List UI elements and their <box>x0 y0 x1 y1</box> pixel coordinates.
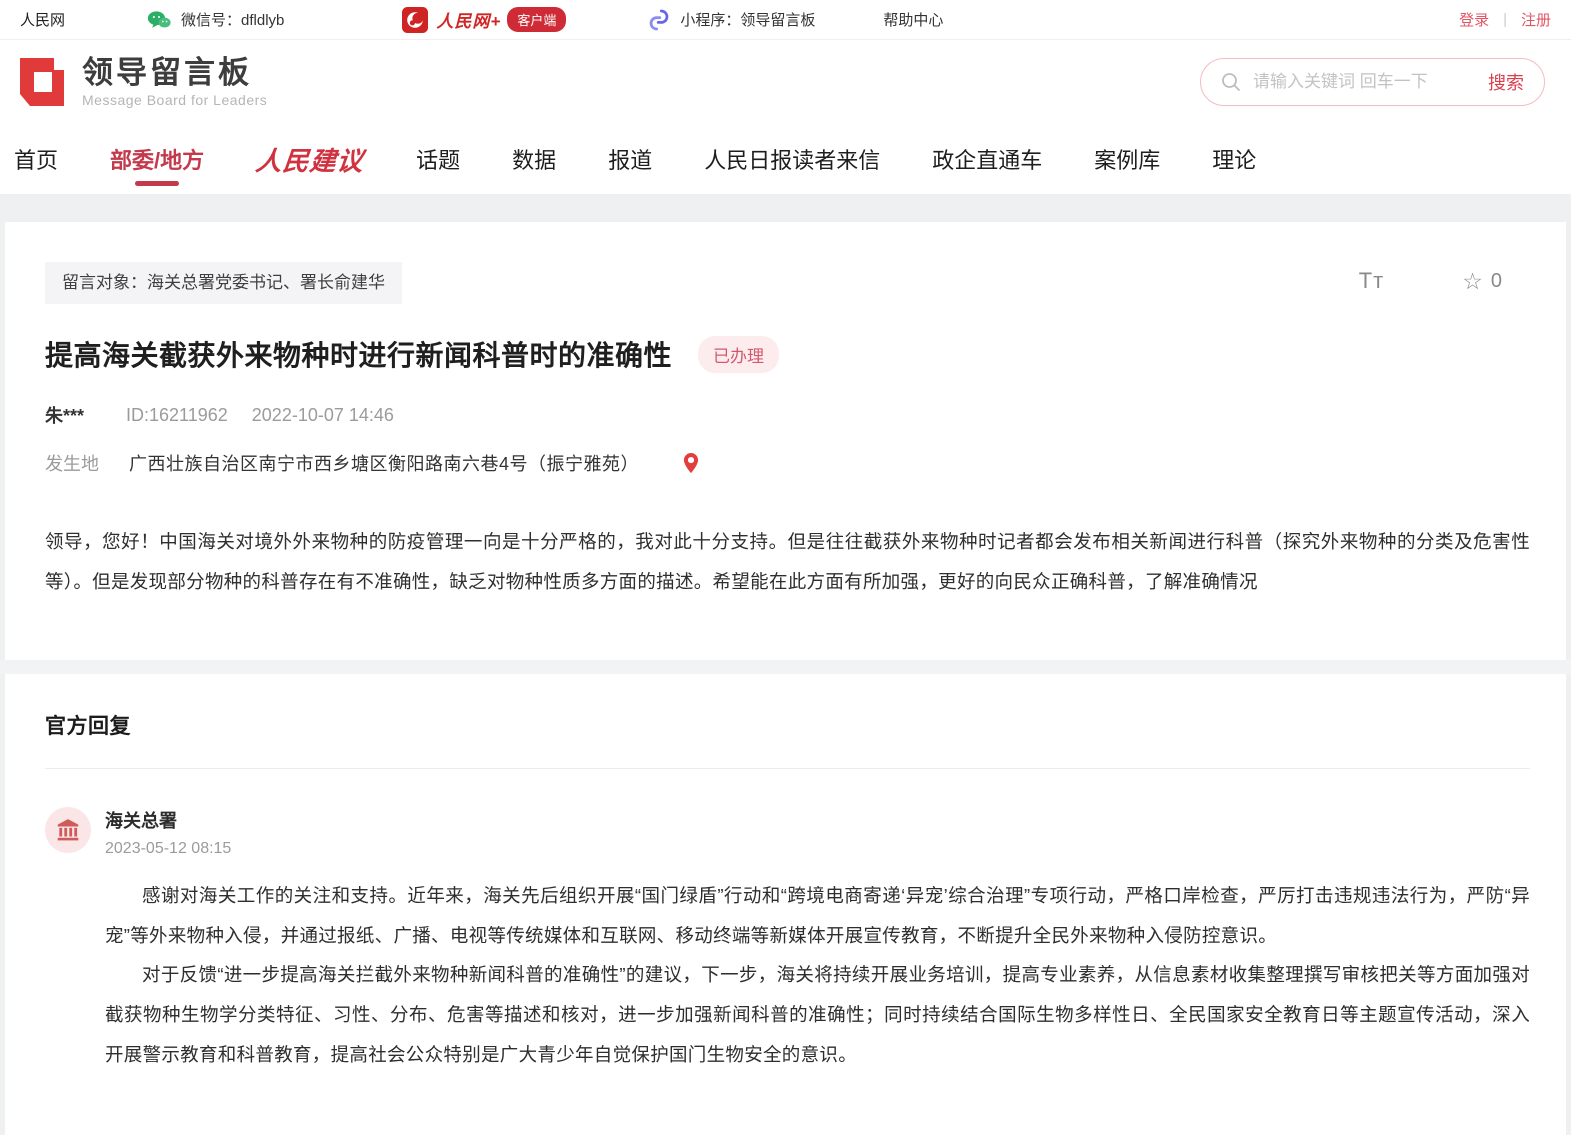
reply-body: 感谢对海关工作的关注和支持。近年来，海关先后组织开展“国门绿盾”行动和“跨境电商… <box>105 876 1530 1075</box>
message-board-logo-icon <box>14 54 70 110</box>
miniprogram-label: 小程序：领导留言板 <box>680 9 815 30</box>
register-link[interactable]: 注册 <box>1521 9 1551 30</box>
auth-links: 登录 | 注册 <box>1459 9 1551 30</box>
message-title-row: 提高海关截获外来物种时进行新闻科普时的准确性 已办理 <box>45 334 1530 374</box>
search-box: 搜索 <box>1200 58 1545 106</box>
message-body: 领导，您好！中国海关对境外外来物种的防疫管理一向是十分严格的，我对此十分支持。但… <box>45 522 1530 602</box>
logo-title: 领导留言板 <box>82 56 267 90</box>
active-tab-underline <box>135 181 179 186</box>
favorite-control[interactable]: ☆ 0 <box>1462 270 1502 293</box>
section-divider-band <box>0 194 1571 222</box>
message-tools: Tт ☆ 0 <box>1359 268 1502 294</box>
nav-reader-letters[interactable]: 人民日报读者来信 <box>704 124 880 194</box>
main-nav: 首页 部委/地方 人民建议 话题 数据 报道 人民日报读者来信 政企直通车 案例… <box>0 124 1571 194</box>
message-location-row: 发生地 广西壮族自治区南宁市西乡塘区衡阳路南六巷4号（振宁雅苑） <box>45 450 1530 476</box>
wechat-account-label: 微信号：dfldlyb <box>181 9 284 30</box>
help-center-link[interactable]: 帮助中心 <box>883 9 943 30</box>
reply-paragraph: 对于反馈“进一步提高海关拦截外来物种新闻科普的准确性”的建议，下一步，海关将持续… <box>105 955 1530 1074</box>
message-target-tag: 留言对象：海关总署党委书记、署长俞建华 <box>45 262 402 304</box>
people-daily-app[interactable]: 人民网+ 客户端 <box>402 7 566 33</box>
logo-text: 领导留言板 Message Board for Leaders <box>82 56 267 108</box>
wechat-info: 微信号：dfldlyb <box>147 9 284 30</box>
reply-paragraph: 感谢对海关工作的关注和支持。近年来，海关先后组织开展“国门绿盾”行动和“跨境电商… <box>105 876 1530 956</box>
search-input[interactable] <box>1253 72 1488 92</box>
status-badge: 已办理 <box>698 336 779 373</box>
nav-ministries-localities[interactable]: 部委/地方 <box>110 124 204 194</box>
reply-datetime: 2023-05-12 08:15 <box>105 840 231 858</box>
government-building-icon <box>55 818 81 842</box>
message-datetime: 2022-10-07 14:46 <box>252 405 394 426</box>
people-daily-plus-wordmark: 人民网+ <box>436 7 501 32</box>
location-label: 发生地 <box>45 450 99 476</box>
reply-divider <box>45 768 1530 769</box>
auth-divider: | <box>1503 11 1507 28</box>
search-button[interactable]: 搜索 <box>1488 69 1524 95</box>
site-logo[interactable]: 领导留言板 Message Board for Leaders <box>14 54 267 110</box>
nav-topics[interactable]: 话题 <box>416 124 460 194</box>
message-author: 朱*** <box>45 402 84 428</box>
nav-peoples-suggestions[interactable]: 人民建议 <box>252 124 367 194</box>
nav-ministries-localities-label: 部委/地方 <box>110 143 204 175</box>
client-badge: 客户端 <box>507 7 566 32</box>
peoples-daily-link[interactable]: 人民网 <box>20 9 65 30</box>
reply-agency-block: 海关总署 2023-05-12 08:15 <box>105 807 231 858</box>
nav-theory[interactable]: 理论 <box>1212 124 1256 194</box>
reply-header: 海关总署 2023-05-12 08:15 <box>45 807 1530 858</box>
official-reply-card: 官方回复 海关总署 2023-05-12 08:15 感谢对海关工作的关注和支持… <box>5 674 1566 1135</box>
logo-subtitle: Message Board for Leaders <box>82 92 267 108</box>
message-title: 提高海关截获外来物种时进行新闻科普时的准确性 <box>45 334 672 374</box>
star-icon: ☆ <box>1462 270 1483 293</box>
message-card: 留言对象：海关总署党委书记、署长俞建华 Tт ☆ 0 提高海关截获外来物种时进行… <box>5 222 1566 660</box>
nav-case-library[interactable]: 案例库 <box>1094 124 1160 194</box>
nav-gov-business-express[interactable]: 政企直通车 <box>932 124 1042 194</box>
favorite-count: 0 <box>1491 270 1502 293</box>
nav-data[interactable]: 数据 <box>512 124 556 194</box>
nav-home[interactable]: 首页 <box>14 124 58 194</box>
reply-agency-name: 海关总署 <box>105 807 231 833</box>
miniprogram-icon <box>648 8 670 32</box>
login-link[interactable]: 登录 <box>1459 9 1489 30</box>
people-daily-plus-icon <box>402 7 428 33</box>
message-meta-row: 朱*** ID:16211962 2022-10-07 14:46 <box>45 402 1530 428</box>
message-card-top: 留言对象：海关总署党委书记、署长俞建华 Tт ☆ 0 <box>45 262 1530 304</box>
miniprogram-info[interactable]: 小程序：领导留言板 <box>648 8 815 32</box>
search-icon <box>1221 72 1241 92</box>
location-value: 广西壮族自治区南宁市西乡塘区衡阳路南六巷4号（振宁雅苑） <box>129 450 639 476</box>
location-pin-icon[interactable] <box>681 451 701 475</box>
message-id: ID:16211962 <box>126 405 228 426</box>
site-header: 领导留言板 Message Board for Leaders 搜索 <box>0 40 1571 124</box>
card-gap-band <box>0 660 1571 674</box>
wechat-icon <box>147 10 171 30</box>
nav-reports[interactable]: 报道 <box>608 124 652 194</box>
top-utility-bar: 人民网 微信号：dfldlyb 人民网+ 客户端 <box>0 0 1571 40</box>
reply-section-title: 官方回复 <box>45 710 1530 740</box>
agency-avatar <box>45 807 91 853</box>
font-size-toggle[interactable]: Tт <box>1359 268 1385 294</box>
